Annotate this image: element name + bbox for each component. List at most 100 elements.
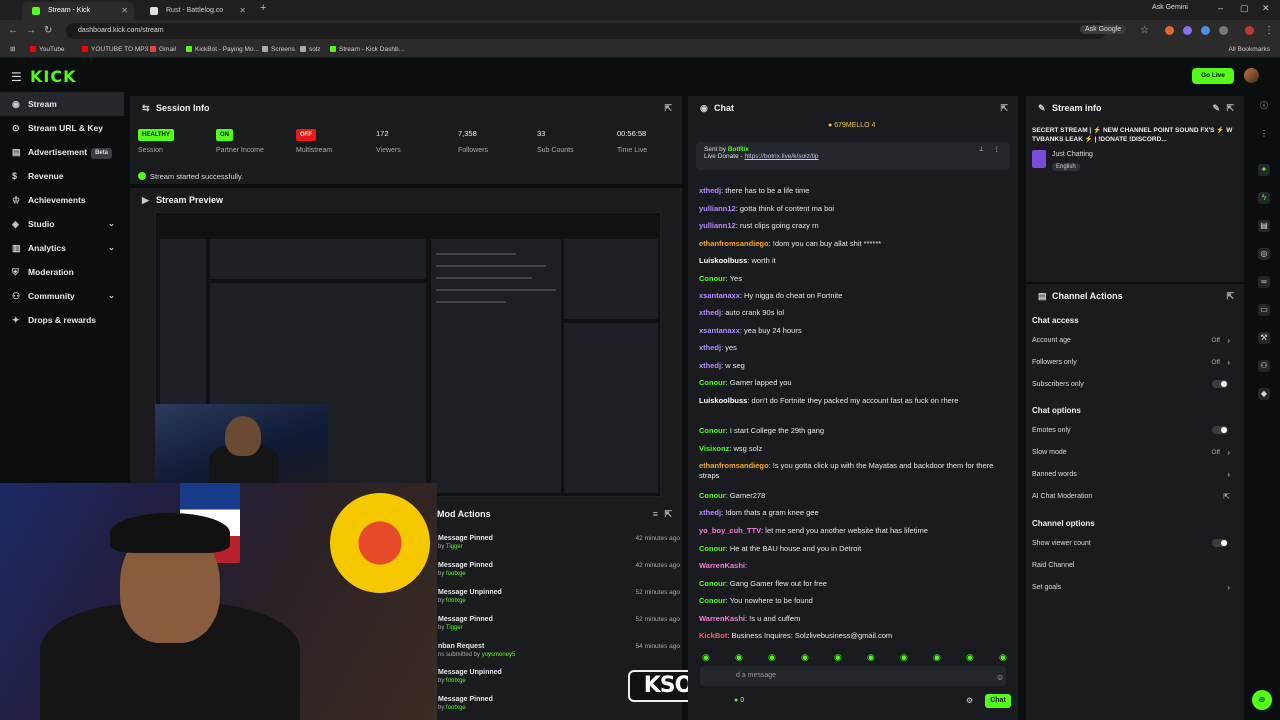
chat-input[interactable]: d a message [700, 666, 1006, 686]
close-tab-icon[interactable]: ✕ [121, 2, 128, 20]
bookmark-youtube[interactable]: YouTube [30, 44, 65, 56]
set-goals-row[interactable]: Set goals › [1032, 583, 1236, 592]
bookmark-kick-stream[interactable]: Stream - Kick Dashb... [330, 44, 404, 56]
chat-username[interactable]: Conour [699, 544, 726, 553]
link-icon[interactable]: ∞ [1258, 276, 1270, 288]
bookmark-solz[interactable]: solz [300, 44, 321, 56]
donate-link[interactable]: https://botrix.live/k/solz/tip [744, 153, 818, 160]
add-action-icon[interactable]: ⊕ [1252, 690, 1272, 710]
chat-username[interactable]: Conour [699, 426, 726, 435]
category-name[interactable]: Just Chatting [1052, 151, 1093, 158]
emoji-icon[interactable]: ☺ [996, 673, 1004, 682]
sidebar-item-stream[interactable]: ◉ Stream [0, 92, 124, 116]
emote-icon[interactable]: ◉ [933, 652, 941, 663]
emote-icon[interactable]: ◉ [801, 652, 809, 663]
popout-icon[interactable]: ⇱ [1226, 284, 1234, 308]
popout-icon[interactable]: ⇱ [1000, 96, 1008, 120]
reload-icon[interactable]: ↻ [44, 25, 52, 36]
back-icon[interactable]: ← [8, 25, 18, 36]
chat-username[interactable]: xthedj [699, 361, 721, 370]
tab-kick-dashboard[interactable]: Stream - Kick Dashboard ✕ [22, 2, 134, 32]
people-icon[interactable]: ⚇ [1258, 360, 1270, 372]
go-live-button[interactable]: Go Live [1192, 68, 1234, 84]
close-window-icon[interactable]: ✕ [1262, 3, 1270, 14]
close-tab-icon[interactable]: ✕ [239, 2, 246, 20]
chat-username[interactable]: xsantanaxx [699, 326, 740, 335]
send-chat-button[interactable]: Chat [985, 694, 1011, 708]
bookmark-star-icon[interactable]: ☆ [1140, 25, 1149, 36]
bookmark-gmail[interactable]: Gmail [150, 44, 176, 56]
sidebar-item-analytics[interactable]: ▥ Analytics ⌄ [0, 236, 124, 260]
pencil-icon[interactable]: ✎ [1212, 96, 1220, 120]
browser-menu-icon[interactable]: ⋮ [1264, 25, 1274, 36]
extensions-puzzle-icon[interactable] [1219, 26, 1228, 35]
banned-words-row[interactable]: Banned words › [1032, 470, 1236, 479]
chat-username[interactable]: ethanfromsandiego [699, 239, 769, 248]
chat-username[interactable]: xthedj [699, 343, 721, 352]
extension-icon[interactable] [1183, 26, 1192, 35]
chat-bubble-icon[interactable]: ◎ [1258, 248, 1270, 260]
chat-username[interactable]: ethanfromsandiego [699, 461, 769, 470]
followers-only-row[interactable]: Followers only Off › [1032, 358, 1236, 367]
gem-icon[interactable]: ◆ [1258, 388, 1270, 400]
extension-icon[interactable] [1165, 26, 1174, 35]
sidebar-item-community[interactable]: ⚇ Community ⌄ [0, 284, 124, 308]
chat-username[interactable]: yulliann12 [699, 221, 736, 230]
screen-icon[interactable]: ▭ [1258, 304, 1270, 316]
subscribers-only-toggle[interactable] [1212, 380, 1228, 388]
emote-icon[interactable]: ◉ [768, 652, 776, 663]
sidebar-item-studio[interactable]: ◈ Studio ⌄ [0, 212, 124, 236]
menu-icon[interactable]: ☰ [11, 70, 22, 84]
account-age-row[interactable]: Account age Off › [1032, 336, 1236, 345]
avatar[interactable] [1244, 68, 1259, 83]
emote-icon[interactable]: ◉ [735, 652, 743, 663]
maximize-icon[interactable]: ▢ [1240, 3, 1249, 14]
ai-moderation-row[interactable]: AI Chat Moderation ⇱ [1032, 492, 1236, 501]
slow-mode-row[interactable]: Slow mode Off › [1032, 448, 1236, 457]
chat-username[interactable]: Visixonz [699, 444, 729, 453]
pin-icon[interactable]: ⊥ [978, 145, 984, 153]
sidebar-item-stream-url[interactable]: ⊙ Stream URL & Key [0, 116, 124, 140]
chat-username[interactable]: Conour [699, 491, 726, 500]
pinned-message[interactable]: Sent by BotRix Live Donate - https://bot… [696, 142, 1010, 170]
emote-icon[interactable]: ◉ [834, 652, 842, 663]
bookmark-kickbot[interactable]: KickBot - Paying Mo... [186, 44, 259, 56]
emote-icon[interactable]: ◉ [867, 652, 875, 663]
profile-icon[interactable] [1245, 26, 1254, 35]
apps-icon[interactable]: ⊞ [10, 44, 15, 56]
chat-username[interactable]: Conour [699, 274, 726, 283]
emotes-only-toggle[interactable] [1212, 426, 1228, 434]
chat-username[interactable]: Conour [699, 579, 726, 588]
minimize-icon[interactable]: – [1218, 3, 1223, 13]
chat-username[interactable]: xthedj [699, 308, 721, 317]
viewer-count-toggle[interactable] [1212, 539, 1228, 547]
menu-dots-icon[interactable]: ⋮ [1258, 128, 1270, 140]
chat-username[interactable]: xsantanaxx [699, 291, 740, 300]
url-input[interactable]: dashboard.kick.com/stream [66, 23, 1106, 39]
forward-icon[interactable]: → [26, 25, 36, 36]
tab-battlelog[interactable]: Rust - Battlelog.co ✕ [140, 2, 252, 20]
popout-icon[interactable]: ⇱ [1226, 96, 1234, 120]
chat-username[interactable]: WarrenKashi [699, 614, 745, 623]
chat-username[interactable]: Conour [699, 596, 726, 605]
sidebar-item-revenue[interactable]: $ Revenue [0, 164, 124, 188]
emote-icon[interactable]: ◉ [966, 652, 974, 663]
kick-logo[interactable]: KICK [30, 67, 77, 86]
emote-icon[interactable]: ◉ [702, 652, 710, 663]
chat-username[interactable]: KickBot [699, 631, 727, 640]
rail-tool-icon[interactable]: ✦ [1258, 164, 1270, 176]
chat-username[interactable]: Luiskoolbuss [699, 396, 747, 405]
chat-username[interactable]: Conour [699, 378, 726, 387]
sidebar-item-moderation[interactable]: ⛨ Moderation [0, 260, 124, 284]
more-icon[interactable]: ⋮ [994, 145, 1001, 153]
chat-username[interactable]: xthedj [699, 508, 721, 517]
popout-icon[interactable]: ⇱ [664, 96, 672, 120]
filter-icon[interactable]: ≡ [653, 502, 658, 526]
emote-icon[interactable]: ◉ [900, 652, 908, 663]
chat-username[interactable]: yulliann12 [699, 204, 736, 213]
extension-icon[interactable] [1201, 26, 1210, 35]
popout-icon[interactable]: ⇱ [664, 502, 672, 526]
chat-username[interactable]: xthedj [699, 186, 721, 195]
hammer-icon[interactable]: ⚒ [1258, 332, 1270, 344]
emote-icon[interactable]: ◉ [999, 652, 1007, 663]
